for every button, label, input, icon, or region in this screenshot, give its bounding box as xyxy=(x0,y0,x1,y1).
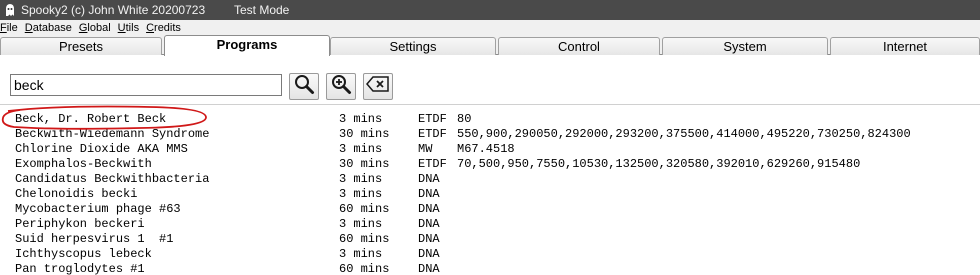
backspace-clear-icon xyxy=(366,75,390,98)
program-name: Beckwith-Wiedemann Syndrome xyxy=(15,127,210,141)
list-item[interactable]: Beck, Dr. Robert Beck 3 mins ETDF 80 xyxy=(0,112,980,127)
program-duration: 3 mins xyxy=(339,217,383,231)
program-type: ETDF xyxy=(418,112,447,126)
program-name: Mycobacterium phage #63 xyxy=(15,202,181,216)
magnifier-icon xyxy=(293,73,315,100)
tab-bar: Presets Programs Settings Control System… xyxy=(0,35,980,56)
program-duration: 60 mins xyxy=(339,232,390,246)
program-duration: 60 mins xyxy=(339,262,390,275)
program-type: DNA xyxy=(418,262,440,275)
list-item[interactable]: Pan troglodytes #1 60 mins DNA xyxy=(0,262,980,275)
list-item[interactable]: Mycobacterium phage #63 60 mins DNA xyxy=(0,202,980,217)
search-more-button[interactable] xyxy=(326,73,356,100)
program-duration: 3 mins xyxy=(339,187,383,201)
program-type: DNA xyxy=(418,202,440,216)
list-item[interactable]: Ichthyscopus lebeck 3 mins DNA xyxy=(0,247,980,262)
program-duration: 30 mins xyxy=(339,127,390,141)
program-type: DNA xyxy=(418,232,440,246)
program-duration: 3 mins xyxy=(339,142,383,156)
search-button[interactable] xyxy=(289,73,319,100)
program-name: Chlorine Dioxide AKA MMS xyxy=(15,142,188,156)
program-duration: 3 mins xyxy=(339,172,383,186)
program-values: 550,900,290050,292000,293200,375500,4140… xyxy=(457,127,911,141)
spooky-app-icon xyxy=(3,3,17,17)
menu-credits[interactable]: Credits xyxy=(146,22,181,34)
window-mode-label: Test Mode xyxy=(234,3,290,17)
program-values: 80 xyxy=(457,112,472,126)
search-input[interactable] xyxy=(10,74,282,96)
program-type: DNA xyxy=(418,172,440,186)
menu-database[interactable]: Database xyxy=(25,22,72,34)
program-values: M67.4518 xyxy=(457,142,515,156)
tab-presets[interactable]: Presets xyxy=(0,37,162,55)
program-values: 70,500,950,7550,10530,132500,320580,3920… xyxy=(457,157,861,171)
window-title: Spooky2 (c) John White 20200723 xyxy=(21,3,206,17)
program-duration: 30 mins xyxy=(339,157,390,171)
program-results-list[interactable]: Beck, Dr. Robert Beck 3 mins ETDF 80 Bec… xyxy=(0,104,980,275)
program-type: DNA xyxy=(418,247,440,261)
menu-bar: File Database Global Utils Credits xyxy=(0,20,980,36)
search-panel xyxy=(0,56,980,102)
program-name: Suid herpesvirus 1 #1 xyxy=(15,232,174,246)
program-name: Periphykon beckeri xyxy=(15,217,145,231)
program-duration: 3 mins xyxy=(339,112,383,126)
program-name: Ichthyscopus lebeck xyxy=(15,247,152,261)
tab-system[interactable]: System xyxy=(662,37,828,55)
program-name: Pan troglodytes #1 xyxy=(15,262,145,275)
tab-settings[interactable]: Settings xyxy=(330,37,496,55)
program-type: ETDF xyxy=(418,157,447,171)
menu-utils[interactable]: Utils xyxy=(118,22,139,34)
clear-search-button[interactable] xyxy=(363,73,393,100)
program-name: Exomphalos-Beckwith xyxy=(15,157,152,171)
list-item[interactable]: Chlorine Dioxide AKA MMS 3 mins MW M67.4… xyxy=(0,142,980,157)
title-bar: Spooky2 (c) John White 20200723 Test Mod… xyxy=(0,0,980,20)
program-name: Beck, Dr. Robert Beck xyxy=(15,112,167,126)
list-item[interactable]: Candidatus Beckwithbacteria 3 mins DNA xyxy=(0,172,980,187)
program-type: DNA xyxy=(418,217,440,231)
list-item[interactable]: Suid herpesvirus 1 #1 60 mins DNA xyxy=(0,232,980,247)
list-item[interactable]: Exomphalos-Beckwith 30 mins ETDF 70,500,… xyxy=(0,157,980,172)
tab-internet[interactable]: Internet xyxy=(830,37,980,55)
magnifier-plus-icon xyxy=(330,73,352,100)
list-item[interactable]: Periphykon beckeri 3 mins DNA xyxy=(0,217,980,232)
program-type: ETDF xyxy=(418,127,447,141)
list-item[interactable]: Chelonoidis becki 3 mins DNA xyxy=(0,187,980,202)
menu-global[interactable]: Global xyxy=(79,22,111,34)
program-duration: 60 mins xyxy=(339,202,390,216)
program-name: Chelonoidis becki xyxy=(15,187,138,201)
list-item[interactable]: Beckwith-Wiedemann Syndrome 30 mins ETDF… xyxy=(0,127,980,142)
tab-programs[interactable]: Programs xyxy=(164,35,330,56)
program-name: Candidatus Beckwithbacteria xyxy=(15,172,210,186)
program-type: DNA xyxy=(418,187,440,201)
program-duration: 3 mins xyxy=(339,247,383,261)
tab-control[interactable]: Control xyxy=(498,37,660,55)
menu-file[interactable]: File xyxy=(0,22,18,34)
program-type: MW xyxy=(418,142,433,156)
